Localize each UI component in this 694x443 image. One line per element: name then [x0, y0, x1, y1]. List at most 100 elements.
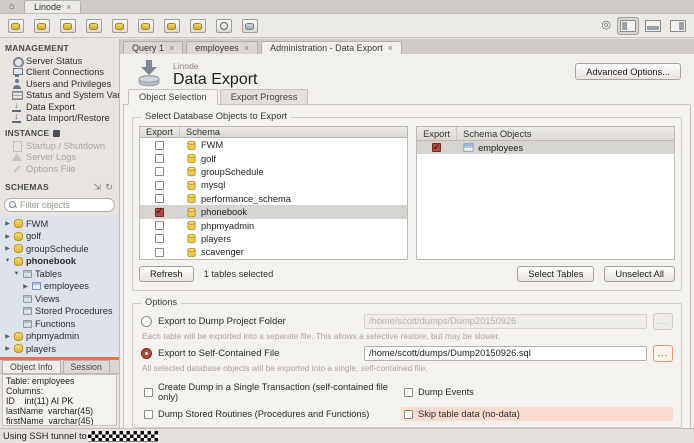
schema-tree-item[interactable]: ▼ Tables — [0, 268, 119, 281]
export-checkbox[interactable]: ✓ — [155, 154, 164, 163]
sidebar-item[interactable]: Status and System Variables — [0, 90, 119, 102]
sidebar-item[interactable]: Server Status — [0, 55, 119, 67]
schema-filter-input[interactable] — [20, 200, 110, 210]
expander-arrow-icon[interactable]: ▶ — [22, 283, 29, 290]
schema-row[interactable]: ✓ FWM — [140, 138, 407, 151]
export-option-checkbox-row[interactable]: ✓ Skip table data (no-data) — [401, 407, 673, 421]
open-sql-script-icon[interactable] — [34, 19, 50, 33]
editor-tab[interactable]: Administration - Data Export × — [261, 41, 402, 54]
schema-row[interactable]: ✓ golf — [140, 152, 407, 165]
expander-arrow-icon[interactable]: ▶ — [4, 333, 11, 340]
schema-tree-item[interactable]: ▶ FWM — [0, 218, 119, 231]
new-procedure-icon[interactable] — [164, 19, 180, 33]
expander-arrow-icon[interactable]: ▶ — [4, 220, 11, 227]
schema-tree-item[interactable]: ▶ groupSchedule — [0, 243, 119, 256]
new-connection-icon[interactable] — [60, 19, 76, 33]
connection-tab[interactable]: Linode × — [24, 0, 81, 13]
self-contained-file-path-input[interactable] — [364, 346, 647, 361]
new-query-tab-icon[interactable] — [8, 19, 24, 33]
export-checkbox[interactable]: ✓ — [155, 181, 164, 190]
schema-tree-item[interactable]: ▶ phpmyadmin — [0, 330, 119, 343]
unselect-all-button[interactable]: Unselect All — [604, 266, 675, 282]
schema-row[interactable]: ✓ performance_schema — [140, 192, 407, 205]
schema-row[interactable]: ✓ scavenger — [140, 246, 407, 259]
schema-row[interactable]: ✓ phonebook — [140, 205, 407, 218]
self-contained-file-radio[interactable] — [141, 348, 152, 359]
dump-project-folder-radio[interactable] — [141, 316, 152, 327]
close-icon[interactable]: × — [169, 43, 174, 53]
sidebar-item[interactable]: Users and Privileges — [0, 78, 119, 90]
expander-arrow-icon[interactable]: ▶ — [4, 245, 11, 252]
export-checkbox[interactable]: ✓ — [155, 221, 164, 230]
schema-row[interactable]: ✓ players — [140, 232, 407, 245]
search-data-icon[interactable] — [216, 19, 232, 33]
schema-tree-item[interactable]: Views — [0, 293, 119, 306]
export-checkbox[interactable]: ✓ — [155, 141, 164, 150]
close-icon[interactable]: × — [388, 43, 393, 53]
close-icon[interactable]: × — [244, 43, 249, 53]
export-subtab[interactable]: Export Progress — [220, 89, 309, 105]
toggle-bottom-panel-icon[interactable] — [645, 20, 661, 32]
export-checkbox[interactable]: ✓ — [155, 234, 164, 243]
export-checkbox[interactable]: ✓ — [155, 208, 164, 217]
schema-tree-item[interactable]: ▼ phonebook — [0, 255, 119, 268]
browse-file-button[interactable]: ... — [653, 345, 673, 362]
checkbox-icon[interactable]: ✓ — [404, 388, 413, 397]
new-schema-icon[interactable] — [86, 19, 102, 33]
schema-object-row[interactable]: ✓ — [417, 141, 674, 154]
home-tab-button[interactable]: ⌂ — [0, 0, 24, 13]
select-tables-button[interactable]: Select Tables — [517, 266, 594, 282]
checkbox-icon[interactable]: ✓ — [404, 410, 413, 419]
expander-arrow-icon[interactable]: ▶ — [4, 233, 11, 240]
sidebar-item[interactable]: Data Export — [0, 101, 119, 113]
expander-arrow-icon[interactable]: ▶ — [4, 345, 11, 352]
schema-tree-item[interactable]: Stored Procedures — [0, 305, 119, 318]
checkbox-icon[interactable]: ✓ — [144, 388, 153, 397]
export-column-header[interactable]: Export — [140, 127, 180, 137]
expander-arrow-icon[interactable]: ▼ — [4, 258, 11, 264]
schema-tree-item[interactable]: ▶ golf — [0, 230, 119, 243]
export-column-header[interactable]: Export — [417, 127, 457, 140]
refresh-button[interactable]: Refresh — [139, 266, 194, 282]
browse-folder-button[interactable]: ... — [653, 313, 673, 330]
new-function-icon[interactable] — [190, 19, 206, 33]
sidebar-item[interactable]: Client Connections — [0, 67, 119, 79]
expander-arrow-icon[interactable]: ▼ — [13, 271, 20, 277]
export-option-checkbox-row[interactable]: ✓ Dump Events — [401, 380, 673, 404]
toggle-left-panel-icon[interactable] — [620, 20, 636, 32]
editor-tab[interactable]: employees × — [186, 41, 258, 54]
schema-column-header[interactable]: Schema — [180, 127, 407, 137]
export-subtab[interactable]: Object Selection — [128, 89, 218, 105]
schema-tree-item[interactable]: ▶ players — [0, 343, 119, 356]
sidebar-item[interactable]: Data Import/Restore — [0, 113, 119, 125]
export-checkbox[interactable]: ✓ — [155, 248, 164, 257]
schema-filter[interactable] — [4, 198, 115, 212]
reconnect-icon[interactable] — [242, 19, 258, 33]
schema-row[interactable]: ✓ phpmyadmin — [140, 219, 407, 232]
advanced-options-button[interactable]: Advanced Options... — [575, 63, 681, 80]
schema-row[interactable]: ✓ groupSchedule — [140, 165, 407, 178]
expand-schemas-icon[interactable]: ⇲ — [94, 182, 102, 193]
export-checkbox[interactable]: ✓ — [155, 167, 164, 176]
schema-row[interactable]: ✓ mysql — [140, 179, 407, 192]
sidebar-item[interactable]: Startup / Shutdown — [0, 140, 119, 152]
editor-tab[interactable]: Query 1 × — [123, 41, 183, 54]
export-option-checkbox-row[interactable]: ✓ Create Dump in a Single Transaction (s… — [141, 380, 401, 404]
object-info-tab[interactable]: Session — [63, 360, 110, 373]
connection-info-icon[interactable]: ◎ — [601, 20, 611, 31]
object-info-tab[interactable]: Object Info — [2, 360, 61, 373]
new-table-icon[interactable] — [112, 19, 128, 33]
schema-objects-column-header[interactable]: Schema Objects — [457, 127, 674, 140]
export-checkbox[interactable]: ✓ — [155, 194, 164, 203]
schema-tree-item[interactable]: Functions — [0, 318, 119, 331]
sidebar-item[interactable]: Options File — [0, 163, 119, 175]
schema-tree-item[interactable]: ▶ employees — [0, 280, 119, 293]
refresh-schemas-icon[interactable]: ↻ — [105, 182, 113, 193]
close-icon[interactable]: × — [66, 2, 71, 12]
new-view-icon[interactable] — [138, 19, 154, 33]
checkbox-icon[interactable]: ✓ — [144, 410, 153, 419]
toggle-right-panel-icon[interactable] — [670, 20, 686, 32]
sidebar-item[interactable]: Server Logs — [0, 152, 119, 164]
export-option-checkbox-row[interactable]: ✓ Dump Stored Routines (Procedures and F… — [141, 407, 401, 421]
dump-project-folder-path-input[interactable] — [364, 314, 647, 329]
